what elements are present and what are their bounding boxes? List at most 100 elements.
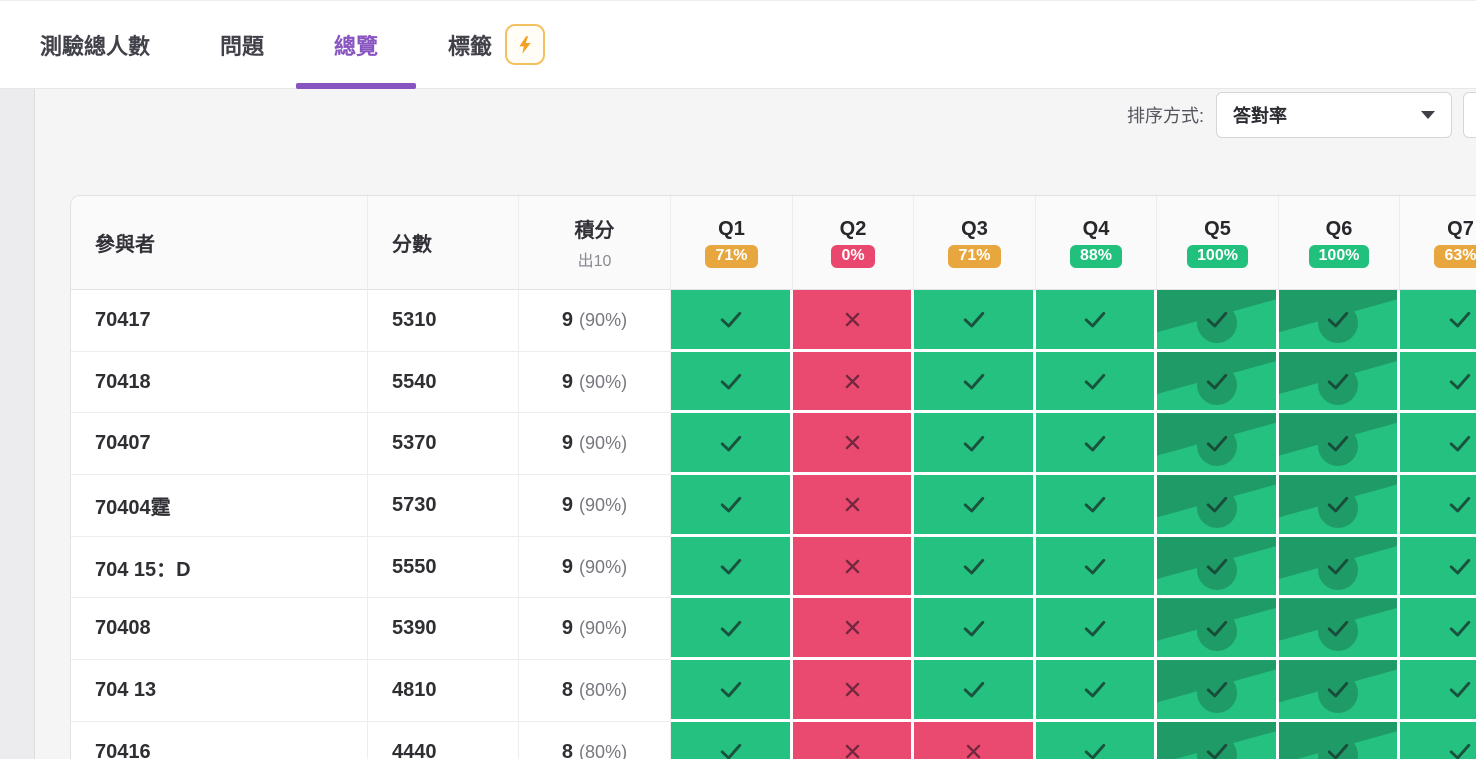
answer-cell-correct <box>1036 598 1157 661</box>
check-icon <box>960 429 988 457</box>
answer-cell-wrong <box>793 351 914 414</box>
participant-cell: 70417 <box>71 290 368 352</box>
sort-by-dropdown[interactable]: 答對率 <box>1216 92 1453 138</box>
accuracy-badge: 100% <box>1308 244 1370 268</box>
answer-cell-correct <box>1400 660 1476 722</box>
answer-cell-correct-special <box>1157 351 1279 414</box>
sort-direction-button[interactable]: ↓ <box>1463 92 1476 138</box>
answer-cell-correct <box>914 536 1036 599</box>
answer-cell-correct <box>671 660 793 722</box>
tab-participants[interactable]: 測驗總人數 <box>40 1 150 88</box>
answer-cell-correct <box>671 721 793 759</box>
check-icon <box>717 614 745 642</box>
x-icon <box>841 370 864 393</box>
check-icon <box>1203 367 1231 395</box>
flash-badge[interactable] <box>505 24 546 65</box>
accuracy-badge: 71% <box>948 244 1001 268</box>
answer-cell-correct-special <box>1279 290 1400 352</box>
answer-cell-correct <box>671 290 793 352</box>
score-cell: 5370 <box>368 413 519 476</box>
answer-cell-correct <box>1400 598 1476 661</box>
points-cell: 9 (90%) <box>519 598 671 661</box>
answer-cell-correct <box>1400 475 1476 537</box>
check-icon <box>1446 737 1474 759</box>
points-value: 9 <box>561 308 574 331</box>
check-icon <box>1324 552 1352 580</box>
check-icon <box>1081 490 1109 518</box>
check-icon <box>717 675 745 703</box>
answer-cell-wrong <box>793 290 914 352</box>
answer-cell-correct <box>1036 413 1157 476</box>
participant-cell: 70407 <box>71 413 368 476</box>
tab-tags[interactable]: 標籤 <box>448 1 546 88</box>
check-icon <box>717 490 745 518</box>
question-label: Q3 <box>961 217 988 240</box>
tab-overview[interactable]: 總覽 <box>334 1 378 88</box>
answer-cell-correct-special <box>1157 290 1279 352</box>
x-icon <box>841 431 864 454</box>
tab-label: 測驗總人數 <box>40 33 151 59</box>
check-icon <box>717 429 745 457</box>
answer-cell-correct-special <box>1279 660 1400 722</box>
points-title: 積分 <box>574 220 615 242</box>
points-percent: (80%) <box>579 741 628 759</box>
points-cell: 9 (90%) <box>519 475 671 537</box>
answer-cell-wrong <box>793 475 914 537</box>
points-cell: 9 (90%) <box>519 290 671 352</box>
score-cell: 5390 <box>368 598 519 661</box>
answer-cell-correct-special <box>1157 536 1279 599</box>
answer-cell-correct <box>671 351 793 414</box>
check-icon <box>960 305 988 333</box>
check-icon <box>1446 552 1474 580</box>
answer-cell-correct <box>1400 721 1476 759</box>
points-value: 9 <box>561 432 574 455</box>
x-icon <box>841 678 864 701</box>
check-icon <box>1081 305 1109 333</box>
check-icon <box>717 737 745 759</box>
check-icon <box>1081 367 1109 395</box>
check-icon <box>717 305 745 333</box>
x-icon <box>841 616 864 639</box>
answer-cell-correct-special <box>1279 598 1400 661</box>
answer-cell-correct <box>914 475 1036 537</box>
points-percent: (90%) <box>579 433 628 454</box>
column-header-q2: Q2 0% <box>793 196 914 290</box>
points-percent: (90%) <box>579 556 628 577</box>
question-label: Q7 <box>1447 217 1474 240</box>
answer-cell-correct-special <box>1279 721 1400 759</box>
answer-cell-correct <box>1036 660 1157 722</box>
check-icon <box>1446 614 1474 642</box>
check-icon <box>717 367 745 395</box>
column-header-score: 分數 <box>368 196 519 290</box>
x-icon <box>841 493 864 516</box>
check-icon <box>717 552 745 580</box>
check-icon <box>1324 367 1352 395</box>
answer-cell-correct-special <box>1279 536 1400 599</box>
participant-cell: 70416 <box>71 721 368 759</box>
answer-cell-correct-special <box>1157 721 1279 759</box>
check-icon <box>960 367 988 395</box>
tab-questions[interactable]: 問題 <box>220 1 264 88</box>
points-cell: 8 (80%) <box>519 660 671 722</box>
participant-cell: 70408 <box>71 598 368 661</box>
column-header-participant: 參與者 <box>71 196 368 290</box>
answer-cell-correct <box>914 660 1036 722</box>
check-icon <box>960 552 988 580</box>
points-value: 8 <box>561 678 574 701</box>
column-header-q7: Q7 63% <box>1400 196 1476 290</box>
chevron-down-icon <box>1421 111 1436 119</box>
accuracy-badge: 100% <box>1187 244 1248 268</box>
accuracy-badge: 88% <box>1069 244 1123 268</box>
answer-cell-correct <box>1036 721 1157 759</box>
column-header-q6: Q6 100% <box>1279 196 1400 290</box>
answer-cell-wrong <box>793 413 914 476</box>
check-icon <box>1324 737 1352 759</box>
check-icon <box>1081 429 1109 457</box>
check-icon <box>1446 305 1474 333</box>
answer-cell-correct <box>914 413 1036 476</box>
points-cell: 9 (90%) <box>519 413 671 476</box>
check-icon <box>1324 614 1352 642</box>
check-icon <box>1203 490 1231 518</box>
answer-cell-correct-special <box>1279 413 1400 476</box>
accuracy-badge: 63% <box>1434 244 1476 268</box>
